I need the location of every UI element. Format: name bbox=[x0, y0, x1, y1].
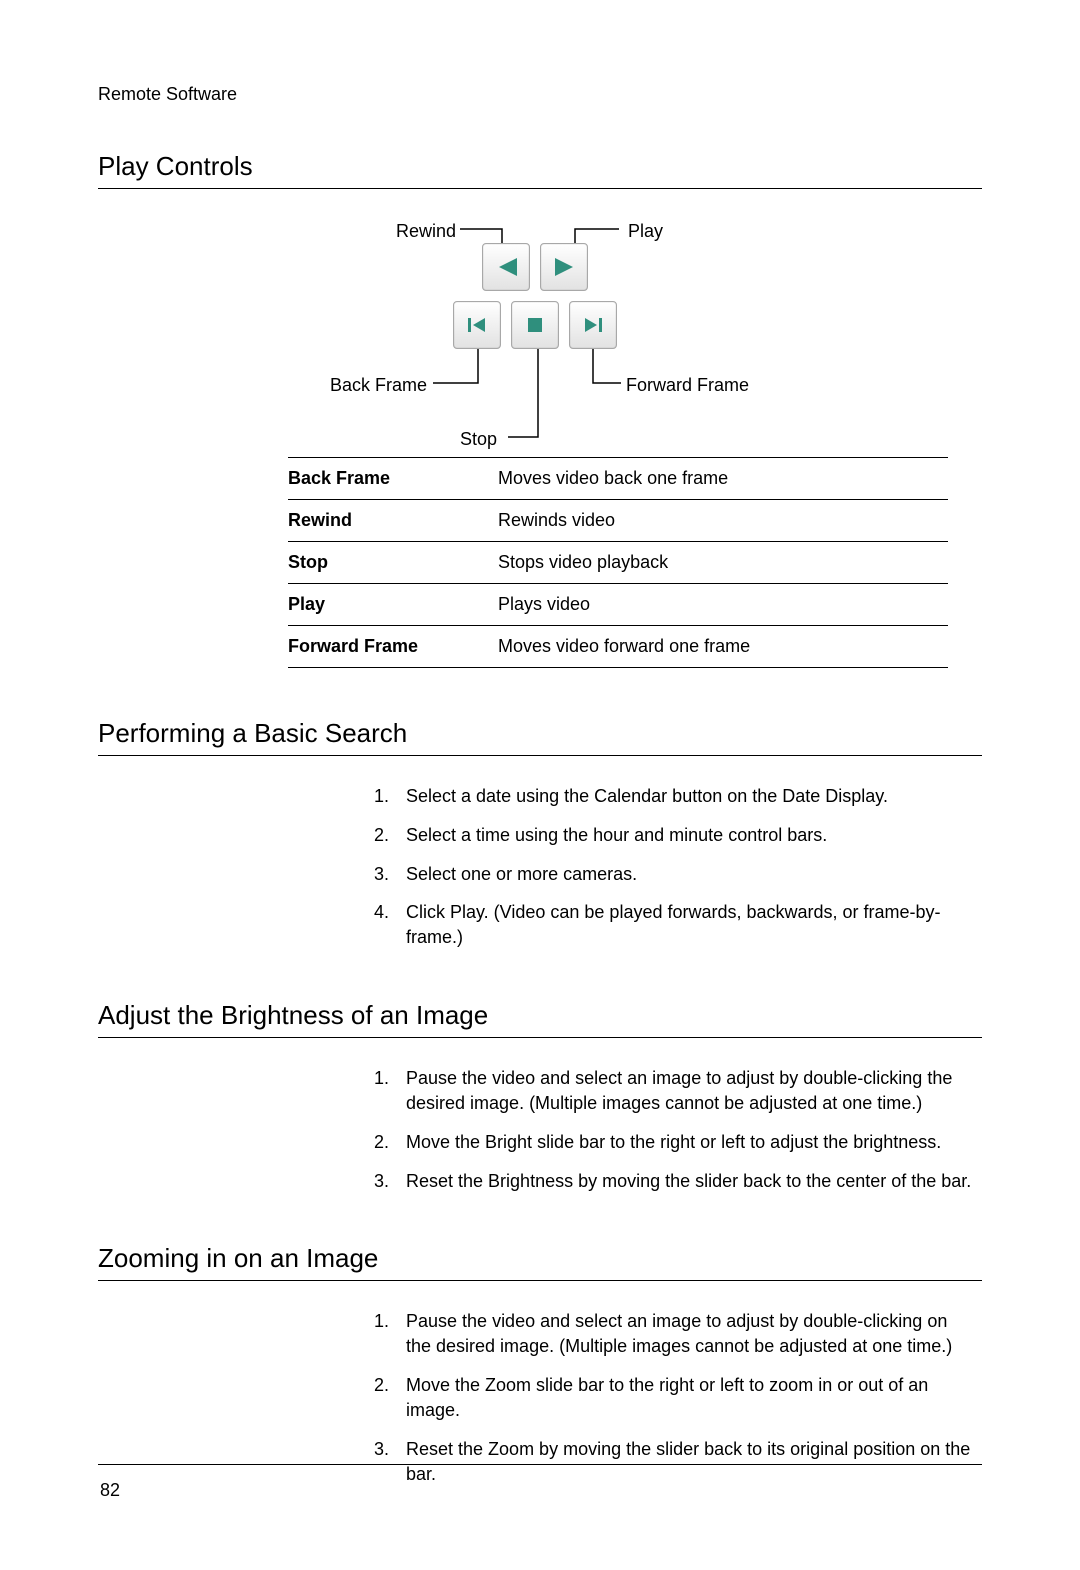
list-item: Pause the video and select an image to a… bbox=[394, 1066, 972, 1116]
rule bbox=[98, 1280, 982, 1281]
footer-rule bbox=[98, 1464, 982, 1465]
heading-adjust-brightness: Adjust the Brightness of an Image bbox=[98, 1000, 982, 1031]
list-item: Move the Zoom slide bar to the right or … bbox=[394, 1373, 972, 1423]
running-head: Remote Software bbox=[98, 84, 982, 105]
rule bbox=[98, 1037, 982, 1038]
play-button[interactable] bbox=[540, 243, 588, 291]
list-item: Pause the video and select an image to a… bbox=[394, 1309, 972, 1359]
desc-cell: Moves video forward one frame bbox=[498, 626, 948, 668]
list-zooming: Pause the video and select an image to a… bbox=[346, 1309, 982, 1486]
section-basic-search: Performing a Basic Search Select a date … bbox=[98, 718, 982, 950]
list-adjust-brightness: Pause the video and select an image to a… bbox=[346, 1066, 982, 1193]
desc-cell: Stops video playback bbox=[498, 542, 948, 584]
list-item: Select a time using the hour and minute … bbox=[394, 823, 972, 848]
term-cell: Stop bbox=[288, 542, 498, 584]
table-row: StopStops video playback bbox=[288, 542, 948, 584]
list-item: Click Play. (Video can be played forward… bbox=[394, 900, 972, 950]
play-controls-tbody: Back FrameMoves video back one frameRewi… bbox=[288, 458, 948, 668]
list-item: Reset the Zoom by moving the slider back… bbox=[394, 1437, 972, 1487]
list-item: Select one or more cameras. bbox=[394, 862, 972, 887]
page: Remote Software Play Controls Rewind Pla… bbox=[0, 0, 1080, 1570]
label-forward-frame: Forward Frame bbox=[626, 375, 749, 396]
forward-frame-button[interactable] bbox=[569, 301, 617, 349]
label-play: Play bbox=[628, 221, 663, 242]
back-frame-button[interactable] bbox=[453, 301, 501, 349]
label-rewind: Rewind bbox=[396, 221, 456, 242]
rewind-button[interactable] bbox=[482, 243, 530, 291]
connector-back-frame bbox=[433, 347, 488, 387]
play-controls-diagram: Rewind Play Back Frame Forward Frame Sto… bbox=[98, 217, 982, 457]
stop-button[interactable] bbox=[511, 301, 559, 349]
list-basic-search: Select a date using the Calendar button … bbox=[346, 784, 982, 950]
connector-forward-frame bbox=[593, 347, 627, 387]
term-cell: Back Frame bbox=[288, 458, 498, 500]
stop-icon bbox=[526, 316, 544, 334]
heading-play-controls: Play Controls bbox=[98, 151, 982, 182]
section-zooming: Zooming in on an Image Pause the video a… bbox=[98, 1243, 982, 1486]
section-adjust-brightness: Adjust the Brightness of an Image Pause … bbox=[98, 1000, 982, 1193]
rewind-icon bbox=[495, 256, 517, 278]
term-cell: Forward Frame bbox=[288, 626, 498, 668]
table-row: Back FrameMoves video back one frame bbox=[288, 458, 948, 500]
heading-basic-search: Performing a Basic Search bbox=[98, 718, 982, 749]
desc-cell: Plays video bbox=[498, 584, 948, 626]
term-cell: Rewind bbox=[288, 500, 498, 542]
page-number: 82 bbox=[100, 1480, 120, 1501]
table-row: Forward FrameMoves video forward one fra… bbox=[288, 626, 948, 668]
connector-stop bbox=[508, 347, 578, 443]
rule bbox=[98, 755, 982, 756]
rule bbox=[98, 188, 982, 189]
desc-cell: Rewinds video bbox=[498, 500, 948, 542]
list-item: Reset the Brightness by moving the slide… bbox=[394, 1169, 972, 1194]
table-row: RewindRewinds video bbox=[288, 500, 948, 542]
forward-frame-icon bbox=[583, 316, 603, 334]
table-row: PlayPlays video bbox=[288, 584, 948, 626]
back-frame-icon bbox=[467, 316, 487, 334]
term-cell: Play bbox=[288, 584, 498, 626]
play-control-buttons bbox=[450, 243, 620, 349]
list-item: Select a date using the Calendar button … bbox=[394, 784, 972, 809]
play-icon bbox=[553, 256, 575, 278]
desc-cell: Moves video back one frame bbox=[498, 458, 948, 500]
label-stop: Stop bbox=[460, 429, 497, 450]
label-back-frame: Back Frame bbox=[330, 375, 427, 396]
heading-zooming: Zooming in on an Image bbox=[98, 1243, 982, 1274]
play-controls-table: Back FrameMoves video back one frameRewi… bbox=[288, 457, 948, 668]
list-item: Move the Bright slide bar to the right o… bbox=[394, 1130, 972, 1155]
